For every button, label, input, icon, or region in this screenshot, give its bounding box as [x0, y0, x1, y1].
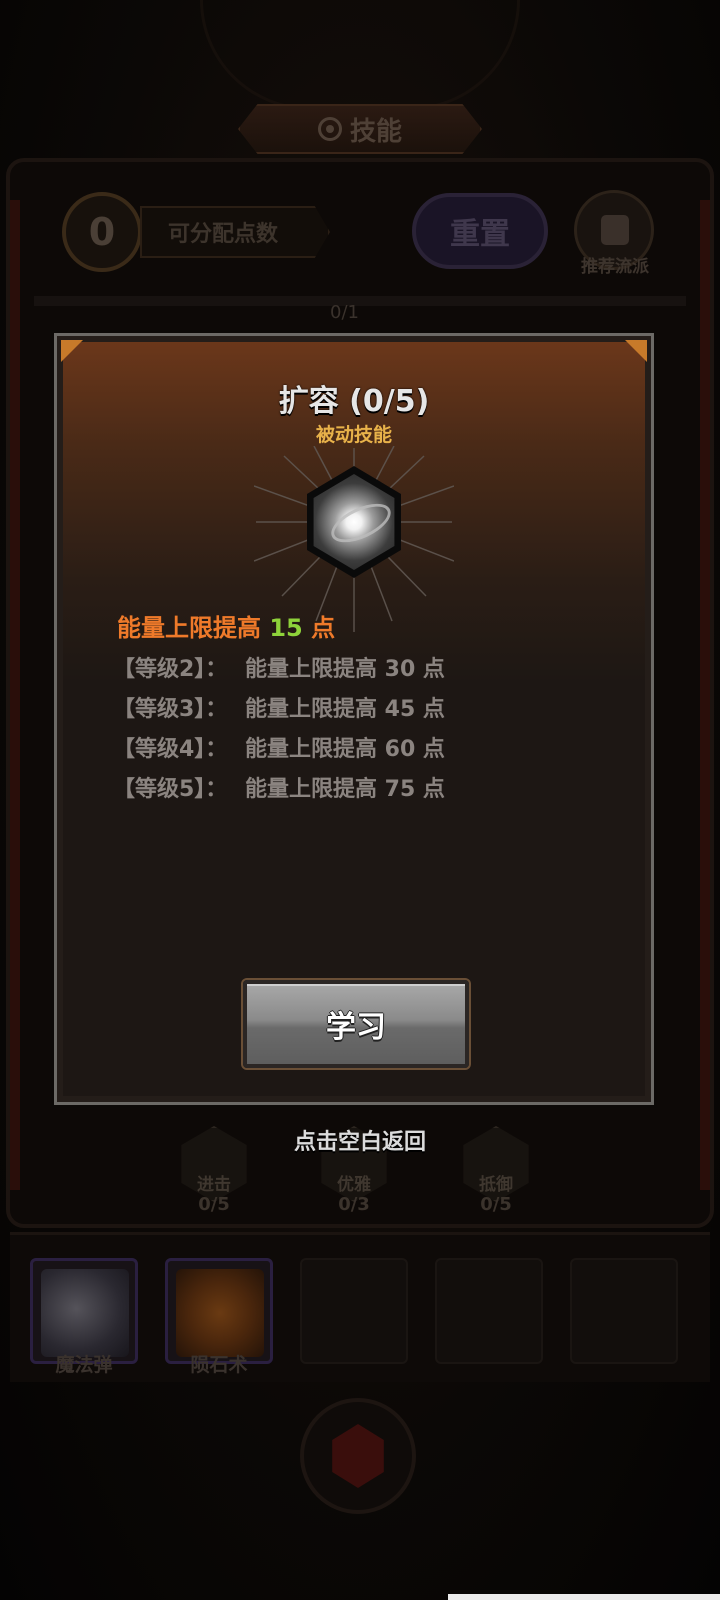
skill-slot-4-empty[interactable] [435, 1258, 543, 1364]
level-effect: 能量上限提高 30 点 [245, 657, 445, 682]
level-name: 【等级5】： [113, 777, 228, 802]
effect-suffix: 点 [302, 614, 336, 642]
skill-title: 扩容 (0/5) [278, 384, 430, 419]
skill-points-label-box: 可分配点数 [140, 206, 330, 258]
skill-detail-dialog: 扩容 (0/5) 被动技能 能量上限提高 15 点 【等级2】： 能量上限提高 … [54, 333, 654, 1105]
skill-slot-2[interactable] [165, 1258, 273, 1364]
skill-tree-bar [34, 296, 686, 306]
orbit-ring [325, 495, 395, 551]
gear-icon [317, 117, 342, 141]
current-effect: 能量上限提高 15 点 [117, 608, 335, 643]
skill-node-count: 0/5 [480, 1194, 512, 1215]
list-item: 【等级5】： 能量上限提高 75 点 [113, 771, 445, 811]
dismiss-hint: 点击空白返回 [293, 1130, 426, 1155]
list-item: 【等级4】： 能量上限提高 60 点 [113, 731, 445, 771]
skill-slot-1[interactable] [30, 1258, 138, 1364]
level-name: 【等级3】： [113, 697, 228, 722]
reset-button[interactable]: 重置 [412, 193, 548, 269]
skill-node-count: 0/5 [198, 1194, 230, 1215]
skill-type: 被动技能 [315, 424, 392, 446]
skill-slot-2-label: 陨石术 [190, 1354, 248, 1376]
frame-side-left [10, 200, 20, 1190]
effect-value: 15 [269, 614, 303, 642]
skill-points-value: 0 [88, 210, 116, 254]
learn-button-label: 学习 [326, 1010, 386, 1045]
skill-tree-top-count: 0/1 [330, 302, 359, 323]
recommend-build-button[interactable]: 推荐流派 [568, 188, 662, 280]
battle-button[interactable] [300, 1398, 416, 1514]
list-item: 【等级3】： 能量上限提高 45 点 [113, 691, 445, 731]
crossed-swords-icon [332, 1424, 384, 1488]
level-name: 【等级4】： [113, 737, 228, 762]
frame-side-right [700, 200, 710, 1190]
reset-button-label: 重置 [450, 217, 510, 252]
level-effect: 能量上限提高 75 点 [245, 777, 445, 802]
level-effect-list: 【等级2】： 能量上限提高 30 点 【等级3】： 能量上限提高 45 点 【等… [113, 651, 445, 811]
skill-node-label: 抵御 [479, 1175, 513, 1195]
skill-points-label: 可分配点数 [168, 222, 279, 247]
level-name: 【等级2】： [113, 657, 228, 682]
list-item: 【等级2】： 能量上限提高 30 点 [113, 651, 445, 691]
skill-node-label: 优雅 [337, 1175, 371, 1195]
energy-orb-glow [313, 474, 395, 570]
magic-missile-icon [41, 1269, 129, 1357]
meteor-icon [176, 1269, 264, 1357]
skill-node-count: 0/3 [338, 1194, 370, 1215]
recommend-build-label: 推荐流派 [581, 257, 649, 277]
effect-prefix: 能量上限提高 [117, 614, 270, 642]
skill-slot-5-empty[interactable] [570, 1258, 678, 1364]
home-indicator [448, 1594, 720, 1600]
skill-slot-1-label: 魔法弹 [55, 1354, 113, 1376]
level-effect: 能量上限提高 60 点 [245, 737, 445, 762]
skill-slot-3-empty[interactable] [300, 1258, 408, 1364]
title-banner: 技能 [238, 104, 482, 154]
page-title: 技能 [349, 116, 402, 147]
skill-node-label: 进击 [197, 1175, 231, 1195]
skill-points-counter: 0 [62, 192, 142, 272]
learn-button[interactable]: 学习 [243, 980, 469, 1068]
level-effect: 能量上限提高 45 点 [245, 697, 445, 722]
